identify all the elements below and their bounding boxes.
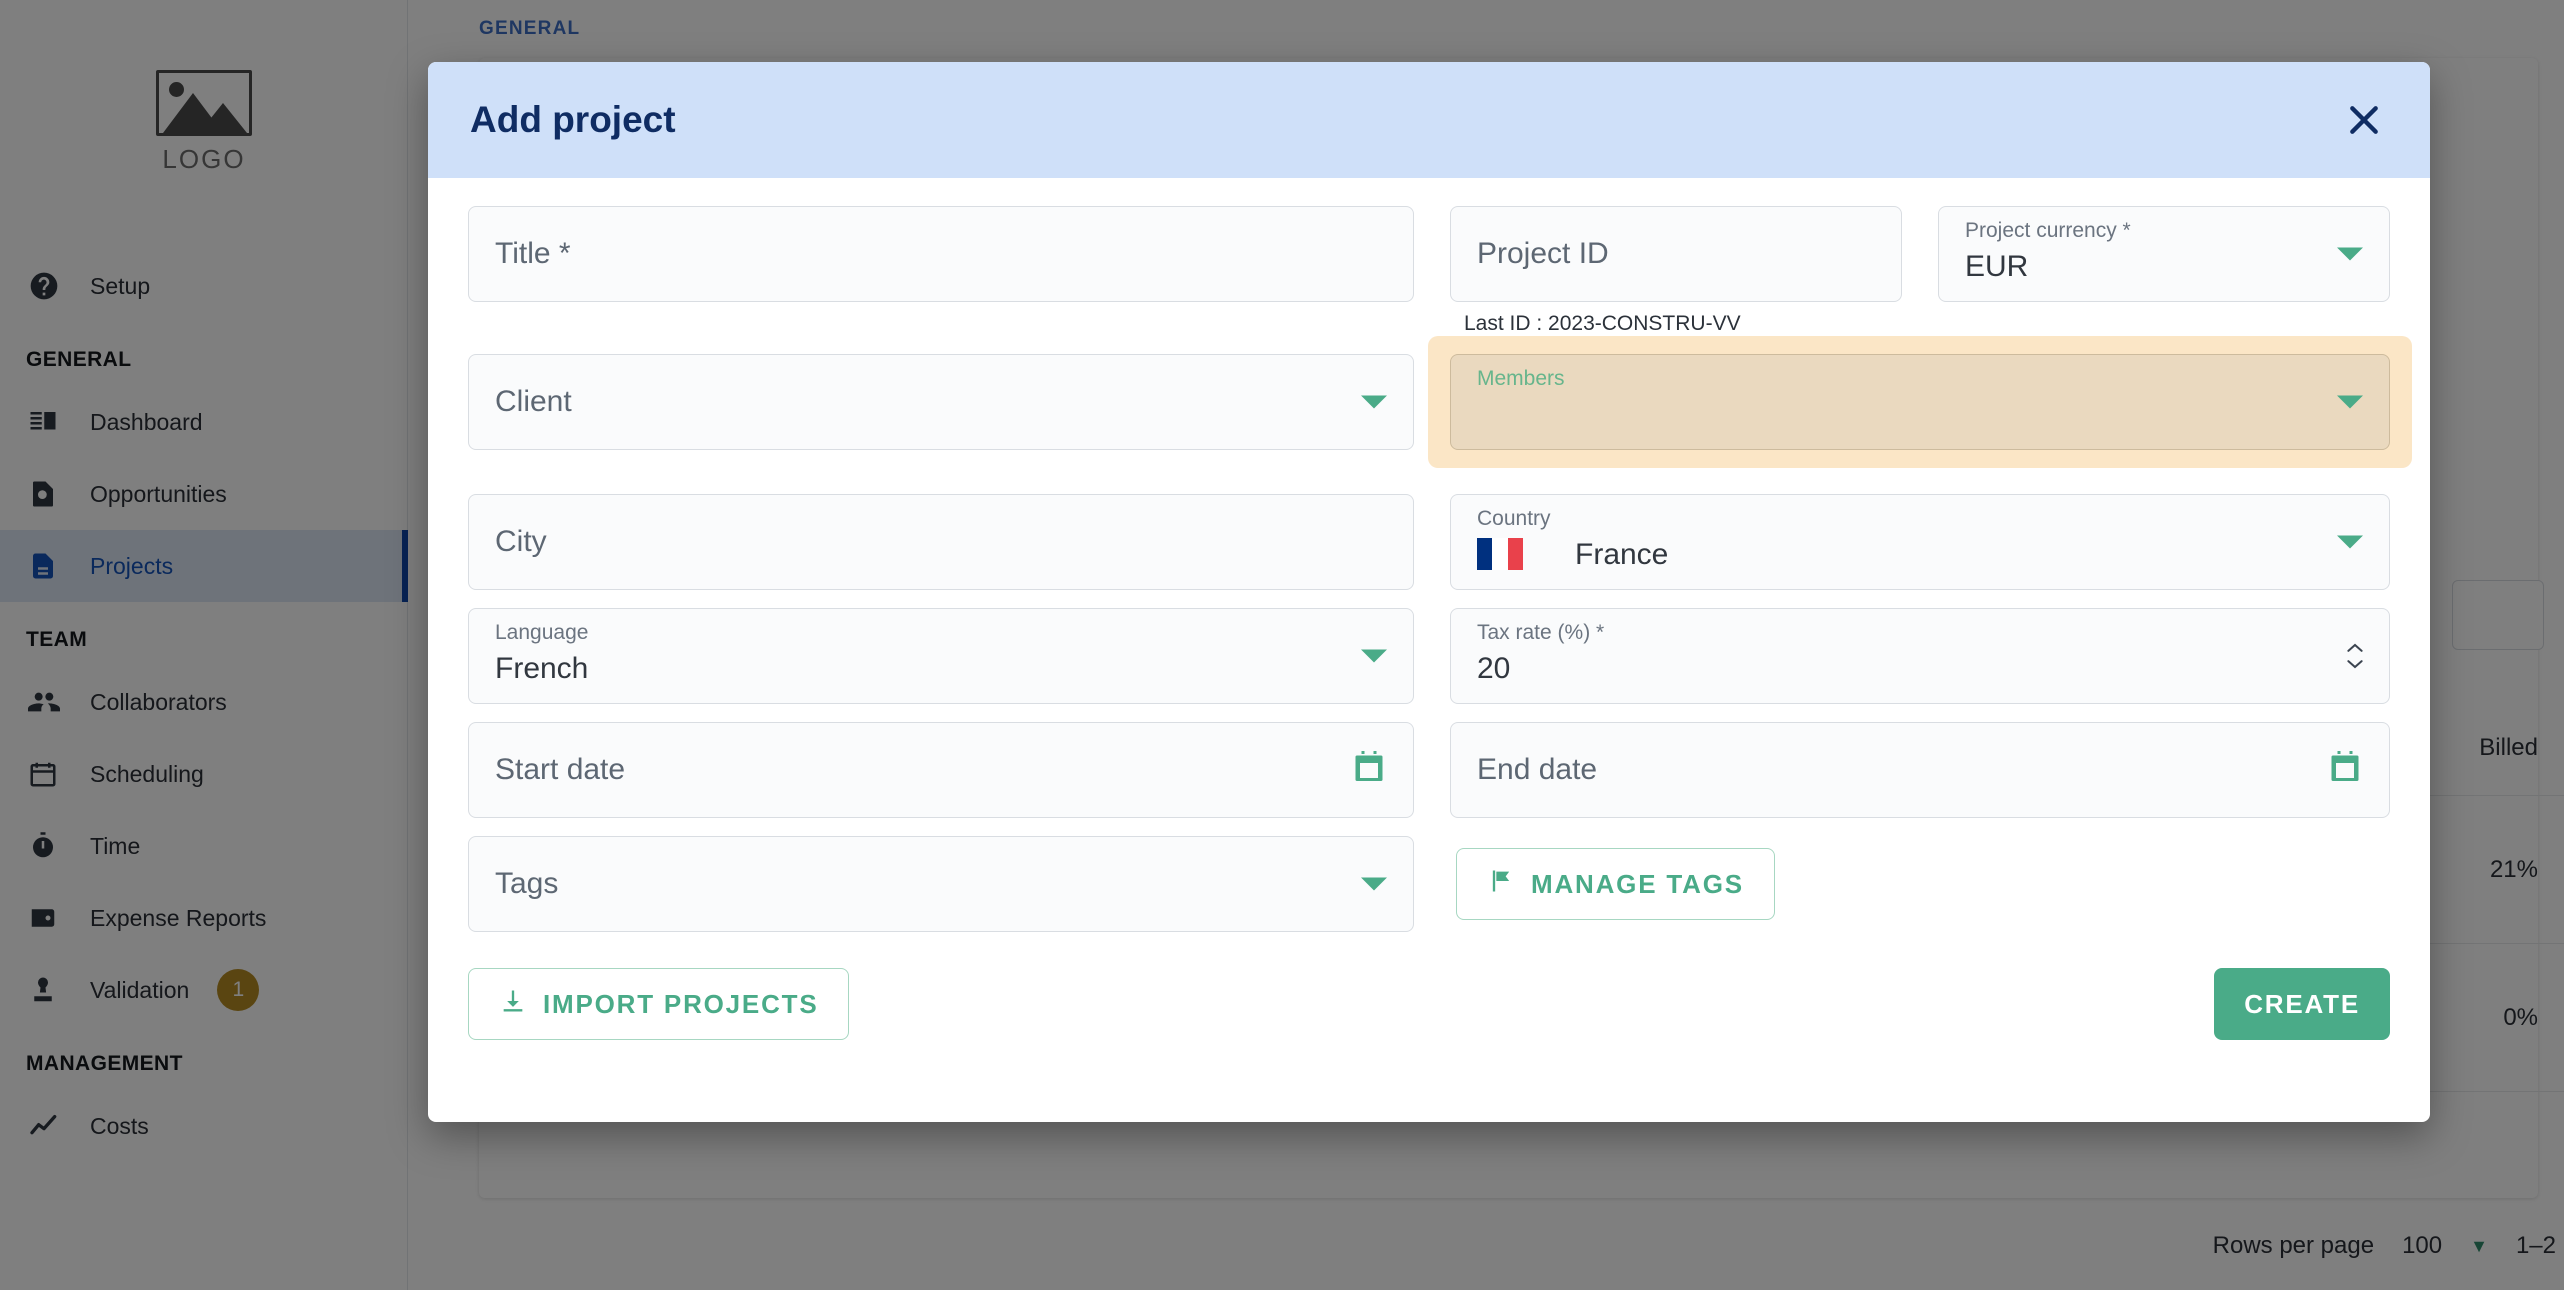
- city-input[interactable]: City: [468, 494, 1414, 590]
- form-row-3: City Country France: [468, 494, 2390, 590]
- client-placeholder: Client: [495, 385, 572, 418]
- end-date-field-wrap: End date: [1450, 722, 2390, 818]
- city-placeholder: City: [495, 525, 547, 558]
- project-currency-field-wrap: Project currency * EUR: [1938, 206, 2390, 336]
- end-date-input[interactable]: End date: [1450, 722, 2390, 818]
- dialog-title: Add project: [470, 99, 676, 140]
- form-row-6: Tags MANAGE TAGS: [468, 836, 2390, 932]
- chevron-down-icon[interactable]: [2337, 395, 2363, 409]
- manage-tags-button[interactable]: MANAGE TAGS: [1456, 848, 1775, 920]
- chevron-down-icon[interactable]: [2337, 247, 2363, 261]
- download-icon: [499, 987, 527, 1022]
- dialog-footer: IMPORT PROJECTS CREATE: [468, 968, 2390, 1040]
- project-id-input[interactable]: Project ID: [1450, 206, 1902, 302]
- dialog-body: Title * Project ID Last ID : 2023-CONSTR…: [428, 178, 2430, 1040]
- flag-icon: [1487, 867, 1515, 902]
- members-placeholder: Members: [1477, 367, 1565, 390]
- form-row-5: Start date End date: [468, 722, 2390, 818]
- start-date-placeholder: Start date: [495, 753, 626, 786]
- project-id-placeholder: Project ID: [1477, 237, 1609, 270]
- title-placeholder: Title *: [495, 237, 571, 270]
- add-project-dialog: Add project Title * Project ID Last ID :…: [428, 62, 2430, 1122]
- chevron-down-icon[interactable]: [1361, 877, 1387, 891]
- project-currency-label: Project currency *: [1965, 219, 2131, 242]
- title-input[interactable]: Title *: [468, 206, 1414, 302]
- country-value: France: [1575, 538, 1669, 571]
- title-field-wrap: Title *: [468, 206, 1414, 336]
- chevron-down-icon[interactable]: [1361, 649, 1387, 663]
- start-date-input[interactable]: Start date: [468, 722, 1414, 818]
- members-select[interactable]: Members: [1450, 354, 2390, 450]
- country-select[interactable]: Country France: [1450, 494, 2390, 590]
- last-id-hint: Last ID : 2023-CONSTRU-VV: [1464, 312, 1741, 335]
- calendar-icon[interactable]: [2327, 750, 2363, 791]
- tax-rate-label: Tax rate (%) *: [1477, 621, 1605, 644]
- tags-select[interactable]: Tags: [468, 836, 1414, 932]
- create-button[interactable]: CREATE: [2214, 968, 2390, 1040]
- tax-rate-input[interactable]: Tax rate (%) * 20: [1450, 608, 2390, 704]
- language-label: Language: [495, 621, 589, 644]
- import-projects-label: IMPORT PROJECTS: [543, 988, 819, 1019]
- chevron-down-icon[interactable]: [1361, 395, 1387, 409]
- calendar-icon[interactable]: [1351, 750, 1387, 791]
- project-currency-select[interactable]: Project currency * EUR: [1938, 206, 2390, 302]
- language-select[interactable]: Language French: [468, 608, 1414, 704]
- tax-rate-value: 20: [1477, 652, 1511, 685]
- client-select[interactable]: Client: [468, 354, 1414, 450]
- manage-tags-label: MANAGE TAGS: [1531, 868, 1744, 899]
- france-flag-icon: [1477, 538, 1523, 570]
- members-highlight: Members: [1428, 336, 2412, 468]
- client-field-wrap: Client: [468, 354, 1414, 450]
- tax-rate-field-wrap: Tax rate (%) * 20: [1450, 608, 2390, 704]
- city-field-wrap: City: [468, 494, 1414, 590]
- form-row-1: Title * Project ID Last ID : 2023-CONSTR…: [468, 206, 2390, 336]
- form-row-2: Client Members: [468, 336, 2412, 468]
- tags-field-wrap: Tags: [468, 836, 1414, 932]
- country-field-wrap: Country France: [1450, 494, 2390, 590]
- language-value: French: [495, 652, 589, 685]
- dialog-header: Add project: [428, 62, 2430, 178]
- country-label: Country: [1477, 507, 1551, 530]
- import-projects-button[interactable]: IMPORT PROJECTS: [468, 968, 850, 1040]
- project-currency-value: EUR: [1965, 250, 2029, 283]
- start-date-field-wrap: Start date: [468, 722, 1414, 818]
- tags-placeholder: Tags: [495, 867, 559, 900]
- form-row-4: Language French Tax rate (%) * 20: [468, 608, 2390, 704]
- create-label: CREATE: [2244, 988, 2360, 1019]
- project-id-field-wrap: Project ID Last ID : 2023-CONSTRU-VV: [1450, 206, 1902, 336]
- chevron-down-icon[interactable]: [2337, 535, 2363, 549]
- close-icon[interactable]: [2336, 92, 2392, 148]
- end-date-placeholder: End date: [1477, 753, 1598, 786]
- language-field-wrap: Language French: [468, 608, 1414, 704]
- quantity-stepper[interactable]: [2345, 641, 2365, 671]
- members-field-wrap: Members: [1428, 336, 2412, 468]
